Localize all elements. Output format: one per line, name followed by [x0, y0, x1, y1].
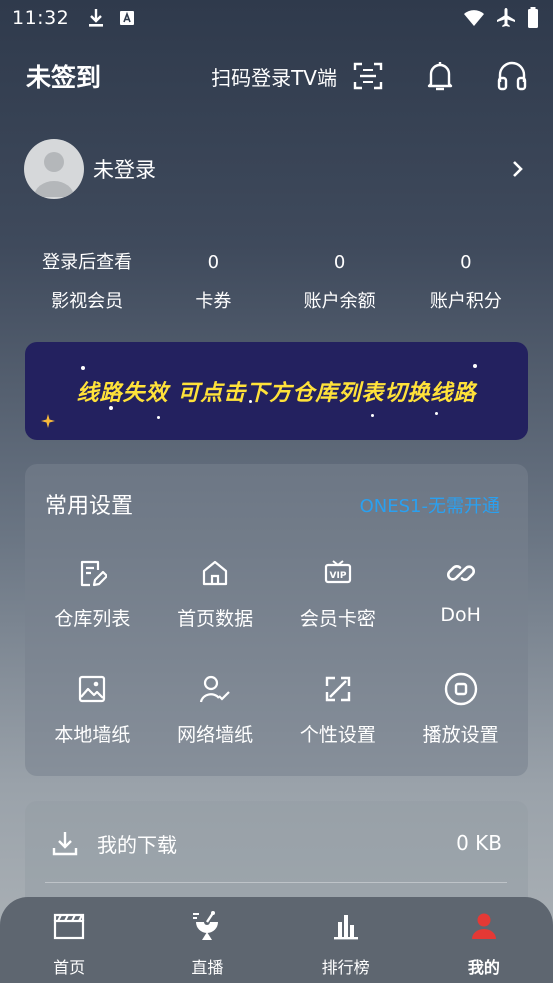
setting-label: 首页数据 [177, 608, 254, 630]
nav-label: 首页 [53, 958, 86, 977]
expand-icon [321, 672, 355, 706]
setting-local-wallpaper[interactable]: 本地墙纸 [31, 664, 154, 758]
sign-in-status[interactable]: 未签到 [26, 58, 101, 94]
nav-ranking[interactable]: 排行榜 [277, 909, 415, 983]
setting-repo-list[interactable]: 仓库列表 [31, 548, 154, 642]
stat-value: 登录后查看 [42, 252, 133, 273]
nav-label: 排行榜 [321, 958, 370, 977]
setting-home-data[interactable]: 首页数据 [154, 548, 277, 642]
scan-icon[interactable] [351, 59, 385, 93]
stat-label: 卡券 [195, 291, 232, 312]
airplane-icon [495, 7, 517, 29]
bar-chart-icon [329, 909, 363, 943]
font-a-icon [119, 10, 135, 26]
satellite-icon [190, 909, 224, 943]
wifi-icon [463, 9, 485, 27]
setting-label: 仓库列表 [54, 608, 131, 630]
chevron-right-icon[interactable] [511, 160, 523, 178]
my-downloads-row[interactable]: 我的下载 0 KB [25, 801, 528, 885]
nav-home[interactable]: 首页 [0, 909, 138, 983]
stat-vip[interactable]: 登录后查看 影视会员 [24, 245, 150, 325]
user-check-icon [198, 672, 232, 706]
link-icon [444, 556, 478, 590]
download-icon [87, 8, 105, 28]
notice-banner[interactable]: 线路失效 可点击下方仓库列表切换线路 [25, 342, 528, 440]
headset-icon[interactable] [495, 59, 529, 93]
stat-points[interactable]: 0 账户积分 [403, 245, 529, 325]
avatar[interactable] [24, 139, 84, 199]
stat-coupons[interactable]: 0 卡券 [150, 245, 276, 325]
nav-mine[interactable]: 我的 [415, 909, 553, 983]
clapperboard-icon [52, 909, 86, 943]
setting-playback[interactable]: 播放设置 [399, 664, 522, 758]
settings-title: 常用设置 [45, 494, 134, 519]
downloads-size: 0 KB [456, 831, 502, 855]
status-time: 11:32 [12, 7, 70, 29]
nav-label: 直播 [191, 958, 224, 977]
bell-icon[interactable] [423, 59, 457, 93]
scan-login-tv-label[interactable]: 扫码登录TV端 [211, 62, 337, 91]
settings-grid: 仓库列表 首页数据 VIP 会员卡密 DoH 本地墙纸 网络墙纸 个性设置 播放… [31, 548, 522, 758]
setting-label: 本地墙纸 [54, 724, 131, 746]
person-icon [467, 909, 501, 943]
stat-label: 影视会员 [51, 291, 124, 312]
stat-value: 0 [460, 252, 472, 273]
setting-doh[interactable]: DoH [399, 548, 522, 642]
status-bar: 11:32 [0, 0, 553, 36]
divider [45, 882, 507, 883]
stat-value: 0 [333, 252, 346, 273]
nav-label: 我的 [467, 958, 500, 977]
svg-text:VIP: VIP [329, 571, 346, 581]
battery-icon [527, 7, 539, 29]
stat-label: 账户余额 [303, 291, 376, 312]
stop-circle-icon [444, 672, 478, 706]
profile-name[interactable]: 未登录 [93, 154, 156, 184]
nav-live[interactable]: 直播 [138, 909, 276, 983]
download-icon [51, 829, 79, 857]
edit-doc-icon [75, 556, 109, 590]
setting-label: 播放设置 [422, 724, 499, 746]
downloads-label: 我的下载 [97, 832, 177, 857]
setting-label: 会员卡密 [299, 608, 376, 630]
common-settings-card: 常用设置 ONES1-无需开通 仓库列表 首页数据 VIP 会员卡密 DoH 本… [25, 464, 528, 776]
vip-icon: VIP [321, 556, 355, 590]
settings-note[interactable]: ONES1-无需开通 [360, 492, 500, 518]
setting-personalize[interactable]: 个性设置 [277, 664, 400, 758]
setting-vip-card[interactable]: VIP 会员卡密 [277, 548, 400, 642]
account-stats: 登录后查看 影视会员 0 卡券 0 账户余额 0 账户积分 [24, 245, 529, 325]
setting-label: 个性设置 [299, 724, 376, 746]
setting-label: 网络墙纸 [177, 724, 254, 746]
stat-value: 0 [207, 252, 220, 273]
app-header: 未签到 扫码登录TV端 [0, 50, 553, 102]
image-icon [75, 672, 109, 706]
banner-text: 线路失效 可点击下方仓库列表切换线路 [76, 381, 477, 406]
stat-label: 账户积分 [429, 291, 502, 312]
setting-network-wallpaper[interactable]: 网络墙纸 [154, 664, 277, 758]
home-icon [198, 556, 232, 590]
profile-row[interactable]: 未登录 [24, 139, 529, 199]
setting-label: DoH [440, 604, 481, 626]
stat-balance[interactable]: 0 账户余额 [277, 245, 403, 325]
bottom-nav: 首页 直播 排行榜 我的 [0, 897, 553, 983]
